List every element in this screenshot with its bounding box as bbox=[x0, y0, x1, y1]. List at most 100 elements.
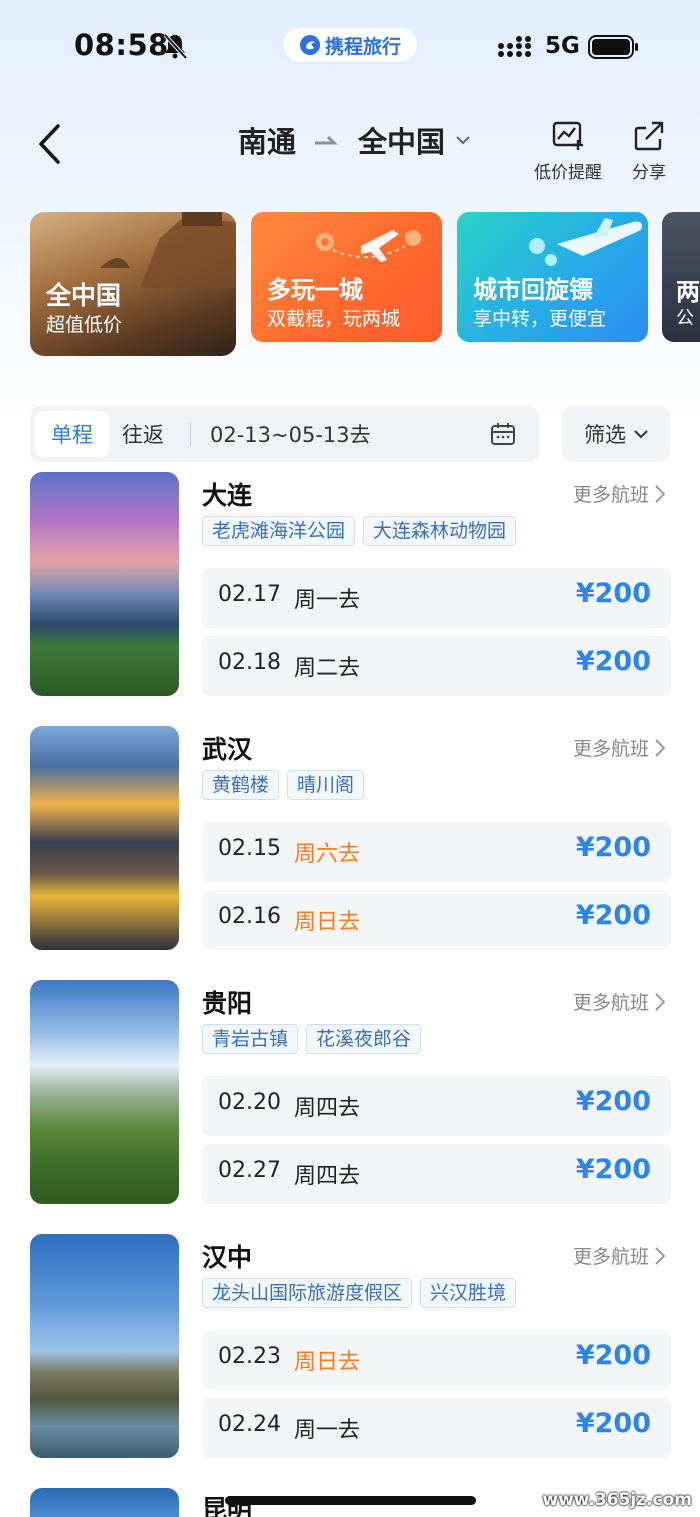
flight-price: ¥200 bbox=[575, 832, 651, 863]
banner-boomerang[interactable]: 城市回旋镖 享中转，更便宜 bbox=[457, 212, 648, 342]
banner-subtitle: 公 bbox=[676, 308, 694, 329]
flight-price: ¥200 bbox=[575, 1154, 651, 1185]
destination-name: 武汉 bbox=[202, 735, 253, 764]
chevron-down-icon bbox=[456, 136, 470, 145]
attraction-tag[interactable]: 兴汉胜境 bbox=[420, 1278, 517, 1308]
destination-card-wuhan[interactable]: 武汉 更多航班 黄鹤楼 晴川阁 02.15 周六去 ¥200 02.16 周日去… bbox=[0, 726, 700, 966]
more-flights-label: 更多航班 bbox=[572, 992, 649, 1014]
banner-partial[interactable]: 两 公 bbox=[662, 212, 700, 342]
route-selector[interactable]: 南通 全中国 bbox=[238, 118, 471, 162]
date-range[interactable]: 02-13~05-13去 bbox=[210, 411, 371, 457]
plane-pin-icon bbox=[316, 230, 421, 262]
flight-weekday: 周一去 bbox=[294, 1418, 361, 1443]
flight-date: 02.20 bbox=[218, 1090, 281, 1115]
flight-weekday: 周四去 bbox=[294, 1164, 361, 1189]
destination-photo bbox=[30, 1234, 179, 1458]
flight-weekday: 周日去 bbox=[294, 910, 361, 935]
flight-weekday: 周一去 bbox=[294, 588, 361, 613]
flight-date: 02.17 bbox=[218, 582, 281, 607]
more-flights-link[interactable]: 更多航班 bbox=[573, 734, 665, 761]
destination-card-dalian[interactable]: 大连 更多航班 老虎滩海洋公园 大连森林动物园 02.17 周一去 ¥200 0… bbox=[0, 472, 700, 712]
banner-all-china[interactable]: 全中国 超值低价 bbox=[30, 212, 236, 356]
flight-date: 02.18 bbox=[218, 650, 281, 675]
more-flights-link[interactable]: 更多航班 bbox=[573, 988, 665, 1015]
banner-subtitle: 超值低价 bbox=[46, 314, 123, 336]
flight-option[interactable]: 02.23 周日去 ¥200 bbox=[202, 1330, 671, 1390]
ctrip-logo-icon bbox=[299, 35, 320, 55]
share-button[interactable]: 分享 bbox=[632, 120, 666, 183]
flight-weekday: 周二去 bbox=[294, 656, 361, 681]
flight-price: ¥200 bbox=[575, 578, 651, 609]
banner-subtitle: 享中转，更便宜 bbox=[473, 308, 607, 330]
bell-muted-icon bbox=[163, 33, 188, 60]
destination-photo bbox=[30, 980, 179, 1204]
flight-price: ¥200 bbox=[575, 646, 651, 677]
status-bar: 08:58 携程旅行 5G bbox=[0, 0, 700, 92]
flight-date: 02.23 bbox=[218, 1344, 281, 1369]
filter-button[interactable]: 筛选 bbox=[562, 406, 670, 462]
attraction-tag[interactable]: 老虎滩海洋公园 bbox=[202, 516, 356, 546]
attraction-tag[interactable]: 晴川阁 bbox=[287, 770, 365, 800]
flight-option[interactable]: 02.17 周一去 ¥200 bbox=[202, 568, 671, 628]
watermark: www.365jz.com bbox=[542, 1490, 692, 1510]
flight-option[interactable]: 02.16 周日去 ¥200 bbox=[202, 890, 671, 950]
chevron-right-icon bbox=[655, 484, 665, 503]
destination-name: 汉中 bbox=[202, 1243, 253, 1272]
more-flights-link[interactable]: 更多航班 bbox=[573, 1242, 665, 1269]
destination-card-hanzhong[interactable]: 汉中 更多航班 龙头山国际旅游度假区 兴汉胜境 02.23 周日去 ¥200 0… bbox=[0, 1234, 700, 1474]
tab-round-trip[interactable]: 往返 bbox=[122, 411, 164, 457]
price-alert-label: 低价提醒 bbox=[534, 163, 602, 183]
banner-multi-city[interactable]: 多玩一城 双截棍，玩两城 bbox=[251, 212, 442, 342]
signal-icon bbox=[498, 36, 531, 57]
flight-date: 02.27 bbox=[218, 1158, 281, 1183]
destination-city: 全中国 bbox=[358, 125, 446, 159]
attraction-tags: 黄鹤楼 晴川阁 bbox=[202, 770, 365, 800]
brand-name: 携程旅行 bbox=[324, 35, 401, 58]
filter-label: 筛选 bbox=[584, 423, 626, 447]
banner-title: 全中国 bbox=[46, 281, 122, 310]
attraction-tag[interactable]: 青岩古镇 bbox=[202, 1024, 299, 1054]
flight-option[interactable]: 02.20 周四去 ¥200 bbox=[202, 1076, 671, 1136]
destination-photo bbox=[30, 726, 179, 950]
more-flights-label: 更多航班 bbox=[572, 484, 649, 506]
flight-date: 02.16 bbox=[218, 904, 281, 929]
flight-option[interactable]: 02.24 周一去 ¥200 bbox=[202, 1398, 671, 1458]
price-alert-button[interactable]: 低价提醒 bbox=[534, 120, 602, 183]
banner-title: 城市回旋镖 bbox=[473, 276, 593, 304]
chevron-right-icon bbox=[655, 1246, 665, 1265]
flight-option[interactable]: 02.15 周六去 ¥200 bbox=[202, 822, 671, 882]
network-label: 5G bbox=[545, 33, 580, 59]
chevron-down-icon bbox=[634, 429, 648, 438]
flight-weekday: 周日去 bbox=[294, 1350, 361, 1375]
attraction-tags: 青岩古镇 花溪夜郎谷 bbox=[202, 1024, 422, 1054]
more-flights-label: 更多航班 bbox=[572, 738, 649, 760]
next-destination-photo[interactable] bbox=[30, 1488, 179, 1517]
attraction-tag[interactable]: 大连森林动物园 bbox=[363, 516, 517, 546]
destination-card-guiyang[interactable]: 贵阳 更多航班 青岩古镇 花溪夜郎谷 02.20 周四去 ¥200 02.27 … bbox=[0, 980, 700, 1220]
flight-option[interactable]: 02.27 周四去 ¥200 bbox=[202, 1144, 671, 1204]
more-flights-link[interactable]: 更多航班 bbox=[573, 480, 665, 507]
flight-weekday: 周六去 bbox=[294, 842, 361, 867]
flight-price: ¥200 bbox=[575, 1408, 651, 1439]
attraction-tag[interactable]: 黄鹤楼 bbox=[202, 770, 280, 800]
destination-name: 贵阳 bbox=[202, 989, 253, 1018]
route-arrow-icon bbox=[315, 135, 338, 145]
calendar-icon[interactable] bbox=[490, 422, 516, 446]
chevron-right-icon bbox=[655, 738, 665, 757]
attraction-tag[interactable]: 龙头山国际旅游度假区 bbox=[202, 1278, 413, 1308]
trip-type-bar: 单程 往返 02-13~05-13去 bbox=[30, 406, 539, 462]
banner-subtitle: 双截棍，玩两城 bbox=[267, 308, 401, 330]
attraction-tag[interactable]: 花溪夜郎谷 bbox=[306, 1024, 422, 1054]
flight-date: 02.15 bbox=[218, 836, 281, 861]
flight-price: ¥200 bbox=[575, 1340, 651, 1371]
attraction-tags: 龙头山国际旅游度假区 兴汉胜境 bbox=[202, 1278, 517, 1308]
back-arrow-icon[interactable] bbox=[36, 122, 66, 166]
flight-option[interactable]: 02.18 周二去 ¥200 bbox=[202, 636, 671, 696]
flight-weekday: 周四去 bbox=[294, 1096, 361, 1121]
home-indicator[interactable] bbox=[225, 1496, 476, 1505]
flight-date: 02.24 bbox=[218, 1412, 281, 1437]
origin-city: 南通 bbox=[238, 125, 297, 159]
tab-one-way[interactable]: 单程 bbox=[35, 411, 109, 457]
destination-photo bbox=[30, 472, 179, 696]
flight-price: ¥200 bbox=[575, 900, 651, 931]
